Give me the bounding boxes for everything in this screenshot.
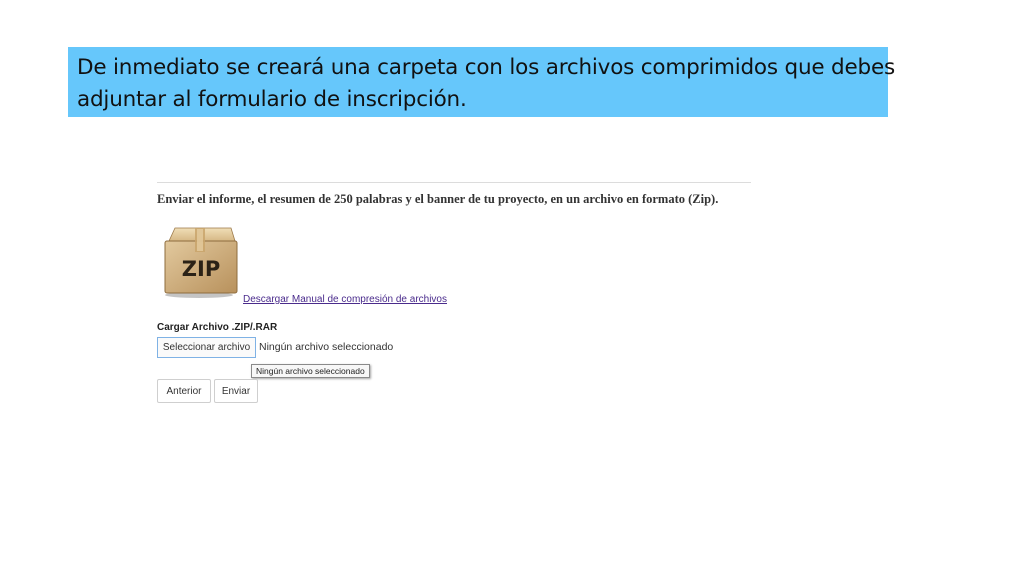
form-divider xyxy=(157,182,751,183)
file-status-text: Ningún archivo seleccionado xyxy=(259,341,394,353)
zip-icon-label: ZIP xyxy=(182,257,220,281)
form-instruction: Enviar el informe, el resumen de 250 pal… xyxy=(157,192,719,206)
choose-file-button[interactable]: Seleccionar archivo xyxy=(157,337,256,358)
zip-archive-icon: ZIP xyxy=(161,225,239,299)
file-tooltip: Ningún archivo seleccionado xyxy=(251,364,370,378)
upload-file-label: Cargar Archivo .ZIP/.RAR xyxy=(157,322,278,333)
submit-button[interactable]: Enviar xyxy=(214,379,258,403)
callout-text-line-2: adjuntar al formulario de inscripción. xyxy=(77,87,467,112)
previous-button[interactable]: Anterior xyxy=(157,379,211,403)
callout-text-line-1: De inmediato se creará una carpeta con l… xyxy=(77,55,896,80)
instruction-callout: De inmediato se creará una carpeta con l… xyxy=(68,47,896,117)
download-manual-link[interactable]: Descargar Manual de compresión de archiv… xyxy=(243,294,447,305)
